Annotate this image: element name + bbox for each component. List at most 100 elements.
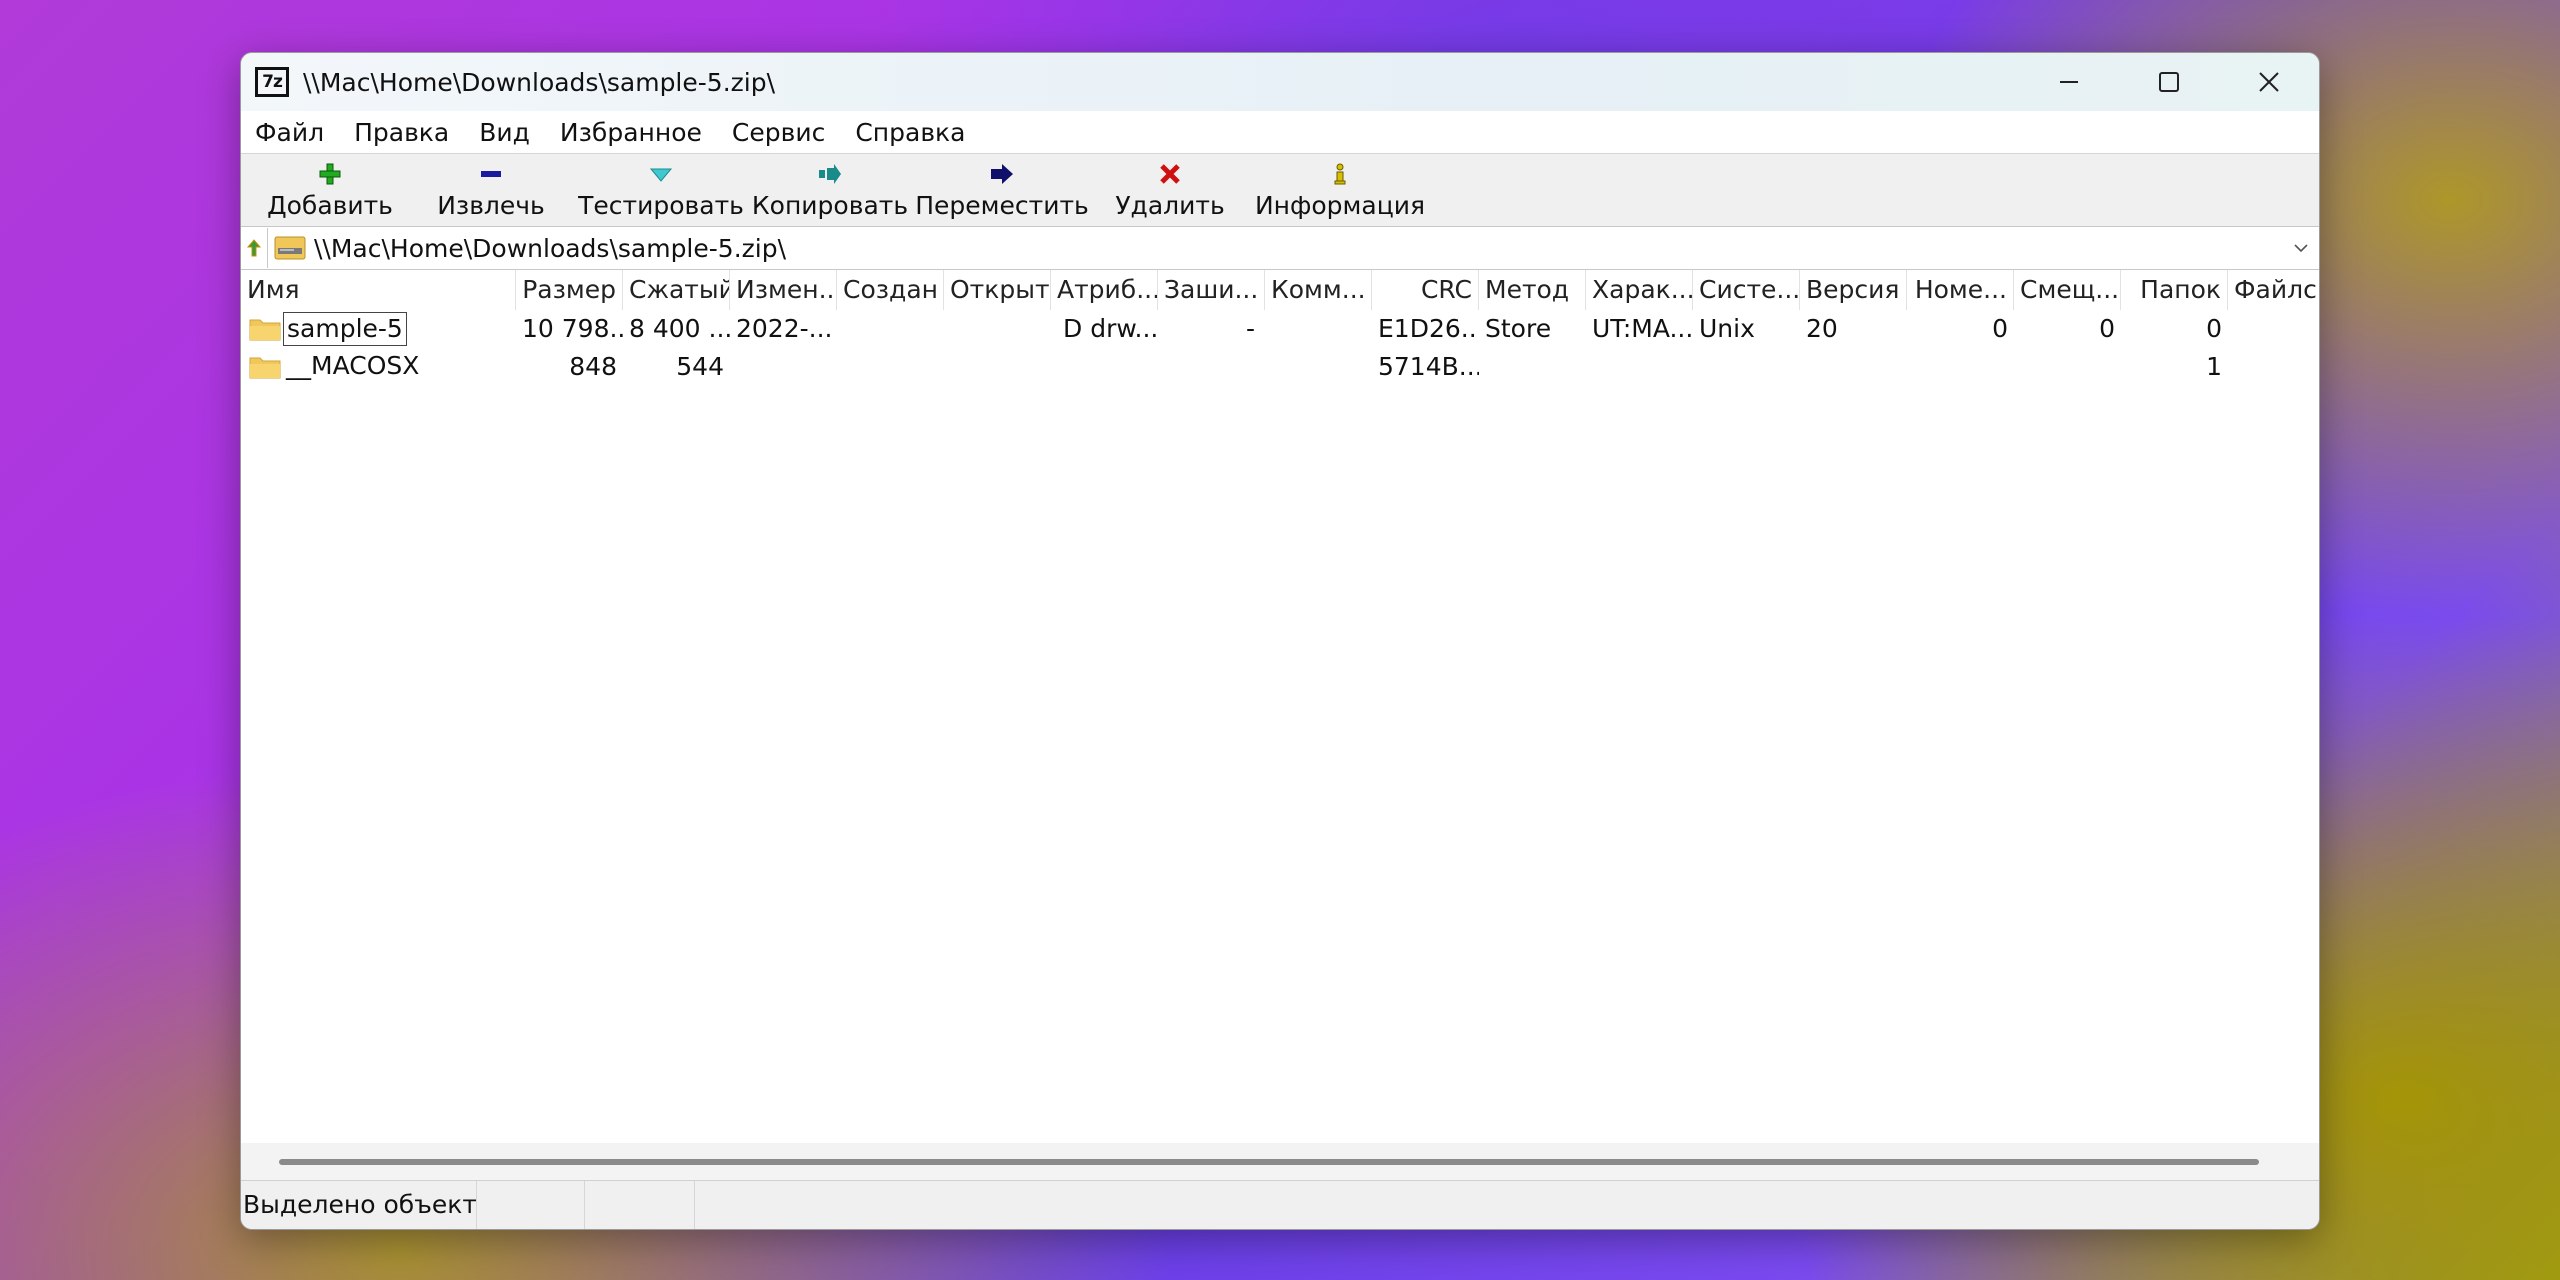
add-button[interactable]: Добавить xyxy=(251,161,409,226)
maximize-icon xyxy=(2159,72,2179,92)
col-header-volume-index[interactable]: Номе... xyxy=(1907,270,2014,310)
col-header-created[interactable]: Создан xyxy=(837,270,944,310)
up-arrow-icon xyxy=(246,239,262,257)
toolbar: Добавить Извлечь Тестировать Копировать … xyxy=(241,154,2319,227)
col-header-size[interactable]: Размер xyxy=(516,270,623,310)
col-header-encrypted[interactable]: Заши... xyxy=(1158,270,1265,310)
info-icon xyxy=(1334,163,1346,185)
row-volume-index: 0 xyxy=(1992,314,2008,343)
col-header-comment[interactable]: Комм... xyxy=(1265,270,1372,310)
delete-button[interactable]: Удалить xyxy=(1093,161,1247,226)
col-header-offset[interactable]: Смещ... xyxy=(2014,270,2121,310)
menu-favorites[interactable]: Избранное xyxy=(545,118,717,147)
col-header-accessed[interactable]: Открыт xyxy=(944,270,1051,310)
row-modified: 2022-... xyxy=(736,314,833,343)
move-arrow-icon xyxy=(991,164,1013,184)
col-header-files[interactable]: Файлс xyxy=(2228,270,2319,310)
chevron-down-icon[interactable] xyxy=(2291,238,2311,258)
row-packed: 544 xyxy=(676,352,724,381)
row-volume-index xyxy=(1907,348,2014,386)
close-icon xyxy=(2259,72,2279,92)
move-label: Переместить xyxy=(915,191,1089,220)
list-header: Имя Размер Сжатый Измен... Создан Открыт… xyxy=(241,270,2319,310)
menu-file[interactable]: Файл xyxy=(241,118,339,147)
row-characteristics: UT:MA... xyxy=(1592,314,1693,343)
menu-tools[interactable]: Сервис xyxy=(717,118,840,147)
col-header-packed[interactable]: Сжатый xyxy=(623,270,730,310)
archive-drive-icon xyxy=(274,236,306,260)
row-host-os: Unix xyxy=(1699,314,1755,343)
window-title: \\Mac\Home\Downloads\sample-5.zip\ xyxy=(303,67,775,97)
copy-arrow-icon xyxy=(819,164,841,184)
col-header-characteristics[interactable]: Харак... xyxy=(1586,270,1693,310)
row-comment xyxy=(1265,348,1372,386)
copy-button[interactable]: Копировать xyxy=(749,161,911,226)
test-label: Тестировать xyxy=(578,191,744,220)
row-folders: 1 xyxy=(2206,352,2222,381)
add-icon xyxy=(319,163,341,185)
7zip-app-icon: 7z xyxy=(255,67,289,97)
maximize-button[interactable] xyxy=(2119,53,2219,111)
status-cell-2 xyxy=(477,1181,585,1229)
info-label: Информация xyxy=(1254,191,1426,220)
row-folders: 0 xyxy=(2206,314,2222,343)
row-method: Store xyxy=(1485,314,1552,343)
window-controls xyxy=(2019,53,2319,111)
col-header-method[interactable]: Метод xyxy=(1479,270,1586,310)
extract-icon xyxy=(481,171,501,177)
status-cell-3 xyxy=(585,1181,695,1229)
add-label: Добавить xyxy=(267,191,393,220)
extract-label: Извлечь xyxy=(437,191,545,220)
title-bar[interactable]: 7z \\Mac\Home\Downloads\sample-5.zip\ xyxy=(241,53,2319,111)
move-button[interactable]: Переместить xyxy=(911,161,1093,226)
col-header-modified[interactable]: Измен... xyxy=(730,270,837,310)
col-header-host-os[interactable]: Систе... xyxy=(1693,270,1800,310)
table-row[interactable]: sample-5 10 798... 8 400 ... 2022-... D … xyxy=(241,310,2319,348)
col-header-folders[interactable]: Папок xyxy=(2121,270,2228,310)
row-attributes: D drw... xyxy=(1063,314,1158,343)
row-size: 848 xyxy=(569,352,617,381)
delete-x-icon xyxy=(1160,164,1180,184)
row-created xyxy=(837,348,944,386)
col-header-crc[interactable]: CRC xyxy=(1372,270,1479,310)
extract-button[interactable]: Извлечь xyxy=(409,161,573,226)
folder-icon xyxy=(249,357,281,379)
archive-window: 7z \\Mac\Home\Downloads\sample-5.zip\ Фа… xyxy=(240,52,2320,1230)
horizontal-scrollbar[interactable] xyxy=(241,1143,2319,1181)
minimize-button[interactable] xyxy=(2019,53,2119,111)
close-button[interactable] xyxy=(2219,53,2319,111)
row-version: 20 xyxy=(1806,314,1838,343)
info-button[interactable]: Информация xyxy=(1247,161,1433,226)
table-row[interactable]: __MACOSX 848 544 5714B... 1 xyxy=(241,348,2319,386)
status-selected: Выделено объектов xyxy=(241,1181,477,1229)
row-encrypted xyxy=(1158,348,1265,386)
col-header-attributes[interactable]: Атриб... xyxy=(1051,270,1158,310)
menu-view[interactable]: Вид xyxy=(464,118,545,147)
row-host-os xyxy=(1693,348,1800,386)
row-modified xyxy=(730,348,837,386)
scrollbar-thumb[interactable] xyxy=(279,1159,2259,1165)
col-header-version[interactable]: Версия xyxy=(1800,270,1907,310)
row-offset: 0 xyxy=(2099,314,2115,343)
col-header-name[interactable]: Имя xyxy=(241,270,516,310)
row-offset xyxy=(2014,348,2121,386)
row-size: 10 798... xyxy=(522,314,623,343)
delete-label: Удалить xyxy=(1115,191,1225,220)
menu-edit[interactable]: Правка xyxy=(339,118,464,147)
test-button[interactable]: Тестировать xyxy=(573,161,749,226)
row-name: __MACOSX xyxy=(286,351,420,380)
row-created xyxy=(837,310,944,348)
file-list: sample-5 10 798... 8 400 ... 2022-... D … xyxy=(241,310,2319,386)
minimize-icon xyxy=(2060,81,2078,83)
address-input[interactable]: \\Mac\Home\Downloads\sample-5.zip\ xyxy=(267,228,2319,268)
up-folder-button[interactable] xyxy=(241,238,267,258)
row-files xyxy=(2228,310,2319,348)
row-comment xyxy=(1265,310,1372,348)
menu-help[interactable]: Справка xyxy=(840,118,980,147)
copy-label: Копировать xyxy=(751,191,909,220)
address-bar: \\Mac\Home\Downloads\sample-5.zip\ xyxy=(241,227,2319,270)
address-path: \\Mac\Home\Downloads\sample-5.zip\ xyxy=(314,233,786,263)
row-crc: 5714B... xyxy=(1378,352,1479,381)
row-files xyxy=(2228,348,2319,386)
row-packed: 8 400 ... xyxy=(629,314,730,343)
